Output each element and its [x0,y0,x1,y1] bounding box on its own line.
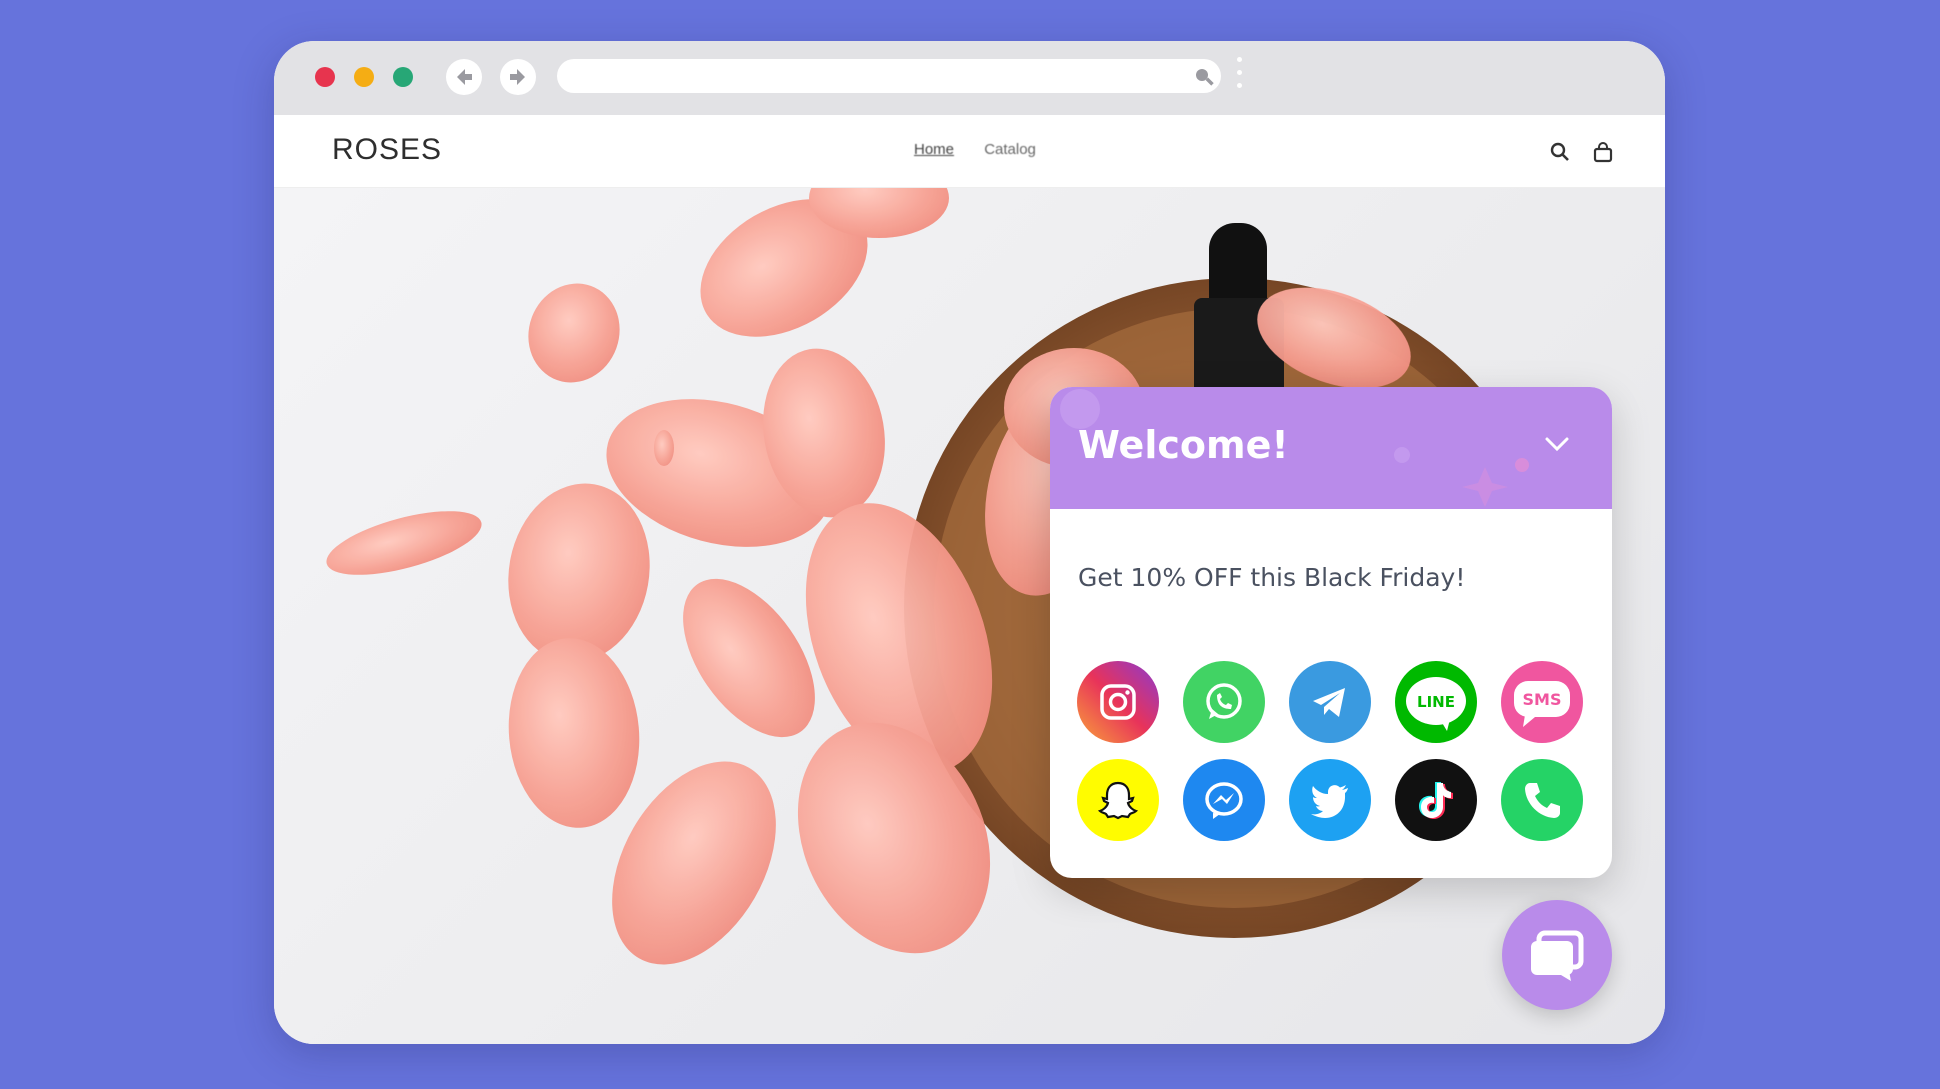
twitter-button[interactable] [1289,759,1371,841]
phone-button[interactable] [1501,759,1583,841]
search-icon[interactable] [1549,141,1571,163]
chat-bubble-icon [1531,930,1584,981]
messenger-icon [1205,782,1243,819]
sms-icon: SMS [1522,689,1562,709]
site-nav: Home Catalog [914,141,1062,158]
search-icon [1196,69,1214,86]
phone-icon [1525,783,1560,818]
nav-home[interactable]: Home [914,141,954,158]
browser-menu-button[interactable] [1237,57,1243,96]
messenger-button[interactable] [1183,759,1265,841]
nav-catalog[interactable]: Catalog [984,141,1036,158]
snapchat-icon [1097,781,1139,820]
instagram-icon [1100,684,1136,720]
chat-launcher-button[interactable] [1502,900,1612,1010]
line-button[interactable]: LINE [1395,661,1477,743]
telegram-icon [1313,688,1345,717]
minimize-window-button[interactable] [354,67,374,87]
site-header: ROSES Home Catalog [274,115,1665,188]
arrow-left-icon [457,69,472,85]
chat-widget-panel: Welcome! Get 10% OFF this Black Friday! [1050,387,1612,878]
forward-button[interactable] [500,59,536,95]
telegram-button[interactable] [1289,661,1371,743]
maximize-window-button[interactable] [393,67,413,87]
twitter-icon [1311,785,1348,818]
tiktok-icon [1419,782,1453,819]
arrow-right-icon [510,69,525,85]
line-icon: LINE [1417,693,1455,711]
site-logo[interactable]: ROSES [332,133,442,167]
cart-icon[interactable] [1592,141,1614,163]
whatsapp-icon [1206,683,1242,719]
widget-title: Welcome! [1078,423,1289,467]
instagram-button[interactable] [1077,661,1159,743]
browser-toolbar [274,41,1665,115]
snapchat-button[interactable] [1077,759,1159,841]
widget-message: Get 10% OFF this Black Friday! [1078,563,1466,592]
address-bar[interactable] [557,59,1221,93]
whatsapp-button[interactable] [1183,661,1265,743]
widget-header[interactable]: Welcome! [1050,387,1612,509]
back-button[interactable] [446,59,482,95]
close-window-button[interactable] [315,67,335,87]
tiktok-button[interactable] [1395,759,1477,841]
sms-button[interactable]: SMS [1501,661,1583,743]
chevron-down-icon[interactable] [1544,435,1570,453]
